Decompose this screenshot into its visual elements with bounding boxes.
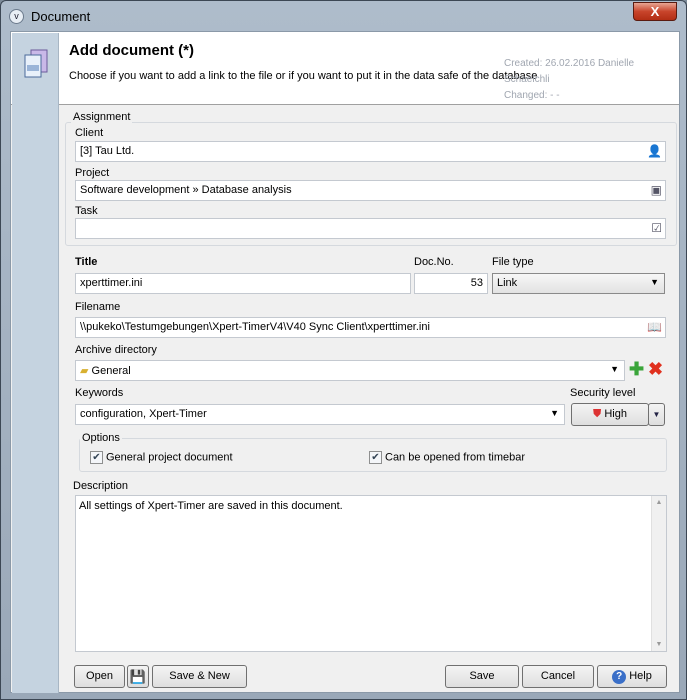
window-title: Document bbox=[31, 8, 91, 24]
add-directory-icon[interactable]: ✚ bbox=[629, 359, 644, 380]
page-title: Add document (*) bbox=[69, 42, 194, 59]
docno-label: Doc.No. bbox=[414, 256, 454, 268]
task-label: Task bbox=[75, 205, 98, 217]
created-info: Created: 26.02.2016 Danielle Schaelchli bbox=[504, 58, 635, 85]
general-project-checkbox[interactable]: ✔ General project document bbox=[90, 451, 233, 464]
window-frame: v Document X Add document (*) Choose if … bbox=[0, 0, 687, 700]
keywords-field[interactable]: configuration, Xpert-Timer ▼ bbox=[75, 404, 565, 425]
system-menu-icon[interactable]: v bbox=[9, 8, 24, 24]
chevron-down-icon: ▼ bbox=[650, 277, 659, 287]
filetype-value: Link bbox=[497, 277, 518, 289]
title-label: Title bbox=[75, 256, 98, 268]
close-button[interactable]: X bbox=[633, 2, 677, 21]
header: Add document (*) Choose if you want to a… bbox=[11, 32, 679, 105]
cancel-button[interactable]: Cancel bbox=[522, 665, 594, 688]
assignment-label: Assignment bbox=[71, 111, 133, 123]
scrollbar[interactable]: ▲ ▼ bbox=[651, 496, 666, 651]
document-icon bbox=[24, 49, 48, 78]
security-dropdown-button[interactable]: ▼ bbox=[648, 403, 665, 426]
title-bar: v Document bbox=[9, 5, 609, 27]
filetype-label: File type bbox=[492, 256, 534, 268]
chevron-down-icon: ▼ bbox=[550, 408, 559, 418]
help-label: Help bbox=[629, 670, 652, 682]
folder-icon: ▰ bbox=[80, 365, 89, 377]
project-label: Project bbox=[75, 167, 110, 179]
client-field[interactable]: [3] Tau Ltd. 👤 bbox=[75, 141, 666, 162]
save-disk-icon[interactable]: 💾 bbox=[127, 665, 149, 688]
delete-directory-icon[interactable]: ✖ bbox=[648, 359, 663, 380]
changed-info: Changed: - - bbox=[504, 90, 560, 101]
filename-label: Filename bbox=[75, 301, 121, 313]
security-label: Security level bbox=[570, 387, 636, 399]
client-label: Client bbox=[75, 127, 104, 139]
archive-label: Archive directory bbox=[75, 344, 157, 356]
description-label: Description bbox=[73, 480, 129, 492]
filename-field[interactable]: \\pukeko\Testumgebungen\Xpert-TimerV4\V4… bbox=[75, 317, 666, 338]
title-field[interactable]: xperttimer.ini bbox=[75, 273, 411, 294]
open-button[interactable]: Open bbox=[74, 665, 125, 688]
archive-select[interactable]: ▰ General ▼ bbox=[75, 360, 625, 381]
side-strip bbox=[12, 33, 59, 693]
record-meta: Created: 26.02.2016 Danielle Schaelchli … bbox=[504, 56, 679, 104]
archive-value: General bbox=[91, 365, 131, 377]
docno-field[interactable]: 53 bbox=[414, 273, 488, 294]
client-value: [3] Tau Ltd. bbox=[80, 145, 135, 157]
help-icon: ? bbox=[612, 670, 627, 684]
checkbox-checked[interactable]: ✔ bbox=[369, 451, 382, 464]
task-field[interactable]: ☑ bbox=[75, 218, 666, 239]
dialog-body: Add document (*) Choose if you want to a… bbox=[10, 31, 680, 693]
browse-file-icon[interactable]: 📖 bbox=[647, 320, 662, 334]
save-button[interactable]: Save bbox=[445, 665, 519, 688]
page-subtitle: Choose if you want to add a link to the … bbox=[69, 70, 538, 82]
checkbox-checked[interactable]: ✔ bbox=[90, 451, 103, 464]
filename-value: \\pukeko\Testumgebungen\Xpert-TimerV4\V4… bbox=[80, 321, 430, 333]
timebar-label: Can be opened from timebar bbox=[385, 451, 526, 464]
project-value: Software development » Database analysis bbox=[80, 184, 292, 196]
security-value: High bbox=[604, 408, 627, 420]
save-and-new-button[interactable]: Save & New bbox=[152, 665, 247, 688]
timebar-checkbox[interactable]: ✔ Can be opened from timebar bbox=[369, 451, 525, 464]
chevron-down-icon: ▼ bbox=[610, 364, 619, 374]
keywords-value: configuration, Xpert-Timer bbox=[80, 408, 207, 420]
description-value: All settings of Xpert-Timer are saved in… bbox=[79, 500, 343, 512]
project-picker-icon[interactable]: ▣ bbox=[651, 183, 662, 197]
filetype-select[interactable]: Link ▼ bbox=[492, 273, 665, 294]
options-label: Options bbox=[80, 432, 122, 444]
client-picker-icon[interactable]: 👤 bbox=[647, 144, 662, 158]
general-project-label: General project document bbox=[106, 451, 233, 464]
shield-icon: ⛊ bbox=[593, 408, 602, 420]
keywords-label: Keywords bbox=[75, 387, 124, 399]
help-button[interactable]: ? Help bbox=[597, 665, 667, 688]
description-textarea[interactable]: All settings of Xpert-Timer are saved in… bbox=[75, 495, 667, 652]
project-field[interactable]: Software development » Database analysis… bbox=[75, 180, 666, 201]
security-level-button[interactable]: ⛊ High bbox=[571, 403, 649, 426]
task-picker-icon[interactable]: ☑ bbox=[651, 221, 662, 235]
